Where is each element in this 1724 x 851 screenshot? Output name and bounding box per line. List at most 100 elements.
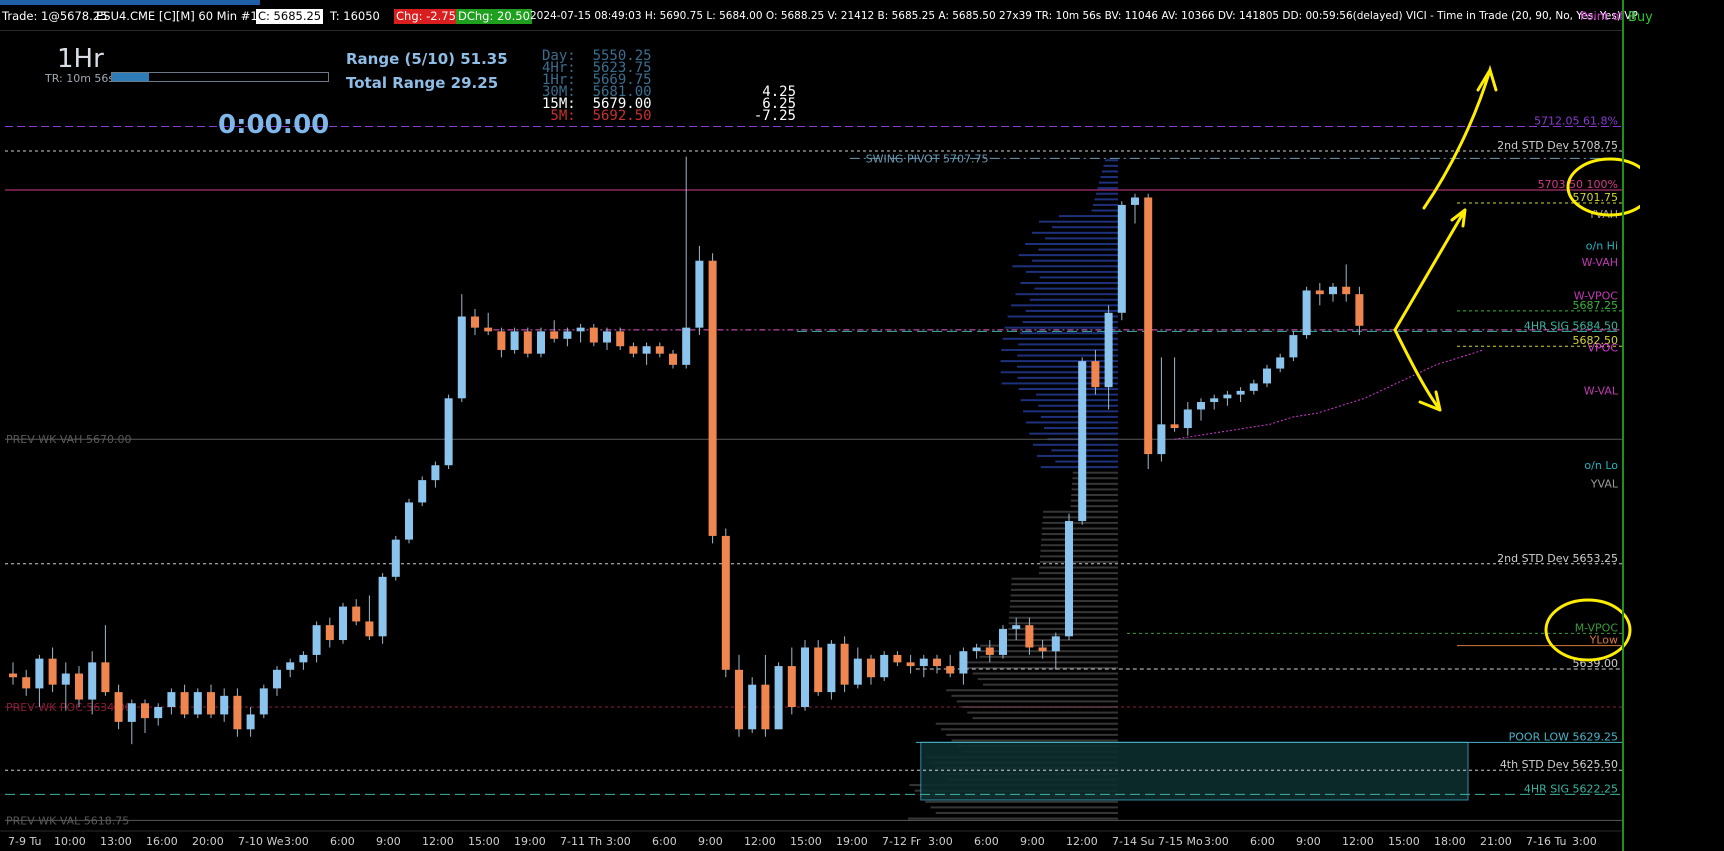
- candle-body: [721, 535, 730, 670]
- price-chart[interactable]: 5712.05 61.8% 2nd STD Dev 5708.75 5703.50 …: [0, 30, 1640, 851]
- timeframe-levels-list: Day: 5550.25 4Hr: 5623.75 1Hr: 5669.75 30M:…: [542, 49, 652, 123]
- time-tick-label: 3:00: [606, 835, 631, 848]
- time-tick-label: 3:00: [284, 835, 309, 848]
- level-label: POOR LOW 5629.25: [1509, 730, 1618, 743]
- level-label: 5712.05 61.8%: [1534, 114, 1618, 127]
- candle-body: [1355, 294, 1364, 326]
- time-tick-label: 9:00: [1296, 835, 1321, 848]
- volume-profile-bar: [1031, 259, 1118, 262]
- candle-body: [378, 576, 387, 637]
- candle-body: [167, 692, 176, 707]
- candle-body: [127, 703, 136, 722]
- price-axis-bg: [1622, 30, 1640, 851]
- time-tick-label: 10:00: [54, 835, 86, 848]
- volume-profile-bar: [1091, 209, 1118, 212]
- volume-profile-bar: [962, 661, 1118, 664]
- volume-profile-bar: [1096, 192, 1118, 195]
- level-label: PREV WK POC 5634.00: [6, 701, 132, 714]
- volume-profile-bar: [925, 800, 1118, 803]
- time-tick-label: 18:00: [1434, 835, 1466, 848]
- level-label: YVAL: [1590, 477, 1619, 490]
- candle-body: [655, 346, 664, 354]
- candle-body: [840, 643, 849, 685]
- timeframe-label: 1Hr: [57, 44, 104, 74]
- time-tick-label: 7-16 Tu: [1526, 835, 1566, 848]
- volume-profile-bar: [935, 722, 1118, 725]
- level-label: o/n Hi: [1586, 239, 1618, 252]
- volume-profile-bar: [1007, 633, 1118, 636]
- time-tick-label: 9:00: [376, 835, 401, 848]
- arrow-down-annotation: [1393, 328, 1442, 412]
- candle-body: [919, 658, 928, 667]
- time-tick-label: 16:00: [146, 835, 178, 848]
- volume-profile-bar: [1045, 237, 1118, 240]
- volume-profile-bar: [1025, 270, 1118, 273]
- chart-canvas[interactable]: 5712.05 61.8% 2nd STD Dev 5708.75 5703.50 …: [0, 30, 1640, 851]
- volume-profile-bar: [1020, 332, 1118, 335]
- candle-body: [893, 654, 902, 663]
- volume-profile-bar: [1070, 505, 1118, 508]
- candle-body: [1117, 204, 1126, 313]
- time-remaining-label: TR: 10m 56s: [45, 72, 115, 85]
- volume-profile-bar: [935, 811, 1118, 814]
- candle-body: [906, 662, 915, 667]
- time-tick-label: 7-12 Fr: [882, 835, 921, 848]
- candle-body: [193, 692, 202, 715]
- candle-body: [1012, 625, 1021, 629]
- volume-profile-bar: [1017, 365, 1118, 368]
- level-differences-list: 4.25 6.25 -7.25: [740, 85, 796, 123]
- level-label: YLow: [1589, 634, 1618, 647]
- level-label: 5703.50 100%: [1538, 178, 1618, 191]
- candle-body: [1091, 361, 1100, 388]
- volume-profile-bar: [1012, 265, 1118, 268]
- volume-profile-bar: [1020, 399, 1118, 402]
- candle-body: [405, 502, 413, 540]
- candle-body: [589, 327, 598, 343]
- candle-body: [1302, 290, 1311, 336]
- candle-body: [1342, 286, 1351, 295]
- candle-body: [365, 621, 374, 637]
- time-tick-label: 7-9 Tu: [8, 835, 41, 848]
- candle-body: [1025, 625, 1034, 648]
- time-tick-label: 12:00: [1342, 835, 1374, 848]
- candle-body: [141, 703, 149, 719]
- volume-profile-bar: [1040, 544, 1118, 547]
- window-tab-strip[interactable]: [0, 0, 260, 5]
- volume-profile-bar: [1011, 304, 1118, 307]
- candle-body: [286, 662, 295, 670]
- range-label: Range (5/10) 51.35: [346, 50, 508, 68]
- candle-body: [299, 654, 308, 663]
- buy-button[interactable]: Buy: [1628, 10, 1653, 25]
- level-label: PREV WK VAH 5670.00: [6, 433, 131, 446]
- candle-body: [550, 331, 559, 339]
- volume-profile-bar: [1094, 198, 1118, 201]
- symbol-info[interactable]: ESU4.CME [C][M] 60 Min #10: [96, 9, 265, 24]
- level-label: 2nd STD Dev 5653.25: [1497, 552, 1618, 565]
- volume-profile-bar: [1041, 538, 1118, 541]
- volume-profile-bar: [1018, 343, 1118, 346]
- volume-profile-bar: [1038, 220, 1118, 223]
- time-tick-label: 15:00: [1388, 835, 1420, 848]
- volume-profile-bar: [1093, 203, 1118, 206]
- candle-body: [471, 316, 479, 328]
- time-tick-label: 19:00: [514, 835, 546, 848]
- candle-body: [61, 673, 70, 685]
- volume-profile-bar: [1099, 181, 1118, 184]
- volume-profile-bar: [1097, 187, 1118, 190]
- change-badge: Chg: -2.75: [394, 9, 458, 24]
- candle-body: [576, 327, 585, 332]
- volume-profile-bar: [1029, 432, 1118, 435]
- ticks-info: T: 16050: [330, 9, 380, 23]
- volume-profile-bar: [1041, 533, 1118, 536]
- level-label: VPOC: [1588, 342, 1619, 355]
- candle-body: [708, 260, 717, 536]
- volume-profile-bar: [1031, 231, 1118, 234]
- candle-body: [431, 465, 440, 481]
- candle-body: [946, 666, 955, 674]
- volume-profile-bar: [1103, 164, 1118, 167]
- candle-body: [1276, 357, 1285, 369]
- volume-profile-bar: [1055, 460, 1118, 463]
- volume-profile-bar: [951, 739, 1118, 742]
- candle-body: [959, 651, 968, 674]
- volume-profile-bar: [1022, 321, 1118, 324]
